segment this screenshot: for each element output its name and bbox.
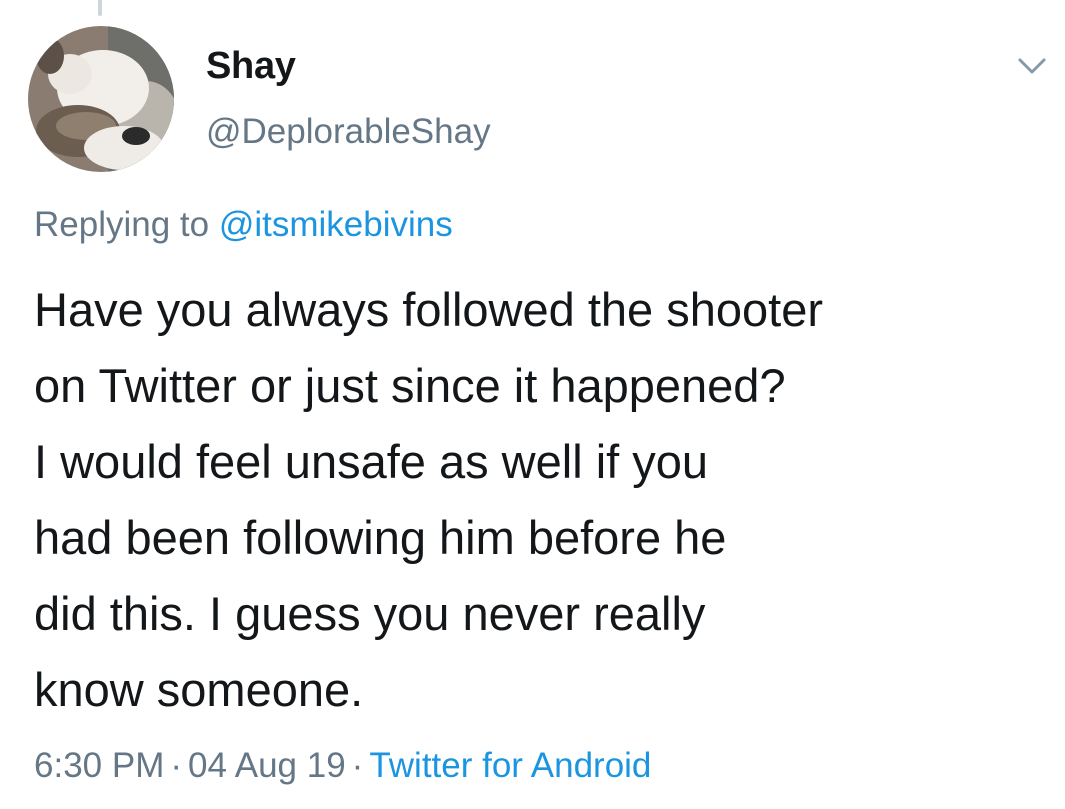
chevron-down-icon bbox=[1018, 58, 1046, 74]
tweet-text-line: had been following him before he bbox=[34, 511, 727, 564]
tweet-menu-button[interactable] bbox=[1014, 52, 1050, 80]
tweet-source-link[interactable]: Twitter for Android bbox=[369, 746, 651, 785]
tweet-text-line: Have you always followed the shooter bbox=[34, 283, 823, 336]
tweet-text-line: on Twitter or just since it happened? bbox=[34, 359, 786, 412]
replying-to: Replying to @itsmikebivins bbox=[34, 203, 453, 247]
meta-separator: · bbox=[170, 746, 183, 785]
author-display-name[interactable]: Shay bbox=[206, 42, 491, 90]
meta-separator: · bbox=[351, 746, 364, 785]
tweet-metadata: 6:30 PM · 04 Aug 19 · Twitter for Android bbox=[34, 742, 651, 790]
tweet-time[interactable]: 6:30 PM bbox=[34, 746, 164, 785]
tweet-text-line: did this. I guess you never really bbox=[34, 587, 706, 640]
tweet-text: Have you always followed the shooter on … bbox=[34, 272, 1049, 728]
tweet-date[interactable]: 04 Aug 19 bbox=[188, 746, 346, 785]
author-handle[interactable]: @DeplorableShay bbox=[206, 110, 491, 154]
tweet-author[interactable]: Shay @DeplorableShay bbox=[206, 42, 491, 154]
avatar-photo bbox=[28, 26, 174, 172]
avatar[interactable] bbox=[28, 26, 174, 172]
tweet-text-line: know someone. bbox=[34, 663, 364, 716]
reply-mention-link[interactable]: @itsmikebivins bbox=[219, 205, 453, 244]
tweet-text-line: I would feel unsafe as well if you bbox=[34, 435, 709, 488]
replying-to-label: Replying to bbox=[34, 205, 210, 244]
thread-connector-line bbox=[98, 0, 102, 16]
